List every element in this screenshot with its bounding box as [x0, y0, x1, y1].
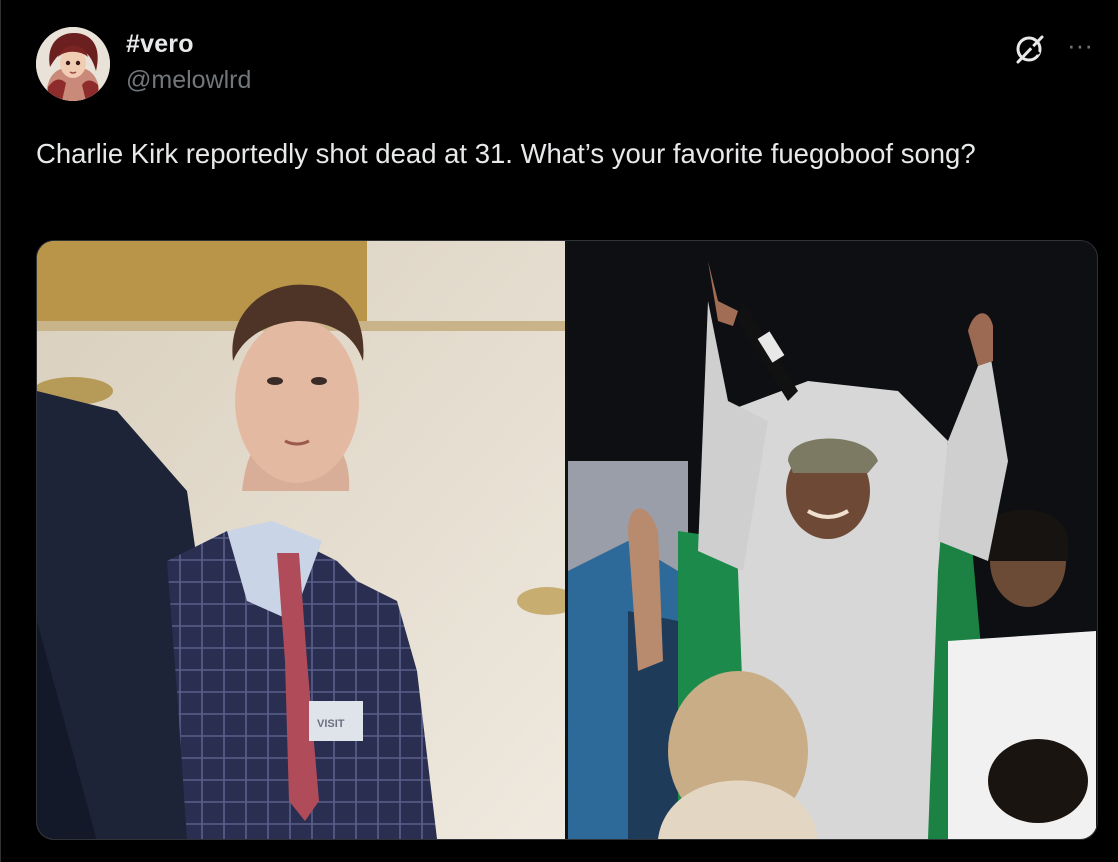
photo-left-image: VISIT — [37, 241, 565, 839]
tweet-text: Charlie Kirk reportedly shot dead at 31.… — [36, 138, 976, 169]
user-handle[interactable]: @melowlrd — [126, 66, 251, 95]
more-options-icon[interactable]: ··· — [1062, 30, 1098, 60]
avatar[interactable] — [36, 27, 110, 101]
photo-right[interactable] — [568, 241, 1096, 839]
avatar-image — [36, 27, 110, 101]
tweet[interactable]: #vero @melowlrd ··· Charlie Kirk reporte… — [0, 0, 1118, 862]
grok-icon[interactable] — [1012, 32, 1046, 66]
media-grid: VISIT — [36, 240, 1098, 840]
photo-right-image — [568, 241, 1096, 839]
display-name[interactable]: #vero — [126, 30, 194, 59]
visitor-badge: VISIT — [317, 718, 345, 730]
photo-left[interactable]: VISIT — [37, 241, 565, 839]
